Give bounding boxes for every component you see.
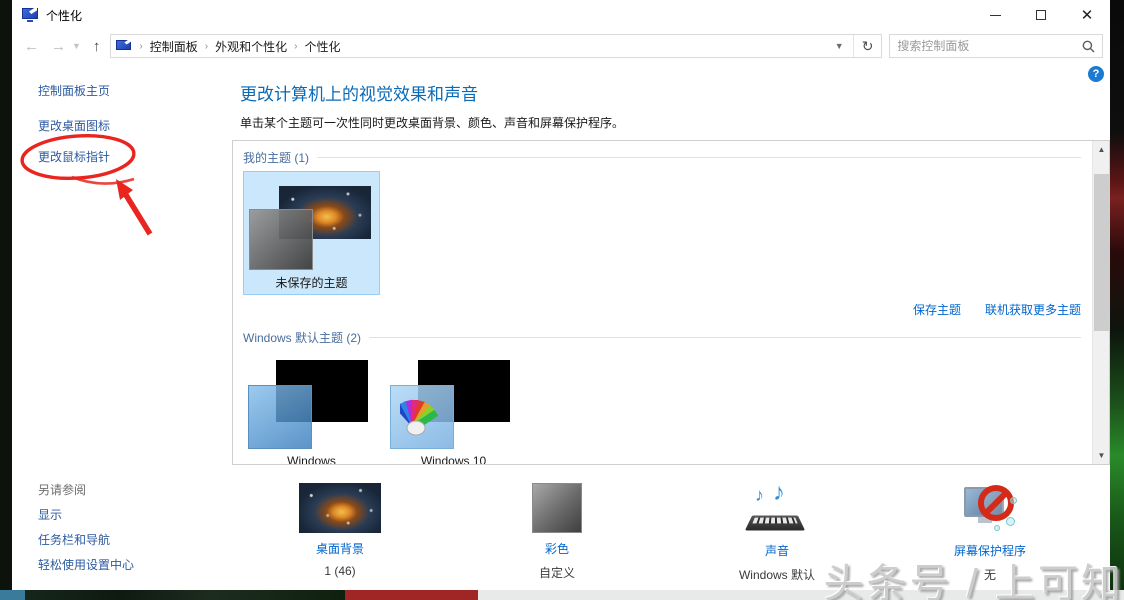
setting-color[interactable]: 彩色 自定义 [477,483,637,581]
breadcrumb-separator-icon: › [204,40,209,52]
theme-color-preview [390,385,454,449]
divider [369,337,1081,338]
default-themes-header-label: Windows 默认主题 (2) [243,331,362,345]
sidebar-item-taskbar-navigation[interactable]: 任务栏和导航 [38,531,110,548]
up-icon[interactable]: ↑ [93,38,101,55]
theme-list-panel: 我的主题 (1) 未保存的主题 保存主题 联机获取更多主题 Windows 默认… [232,140,1110,465]
maximize-button[interactable] [1018,0,1064,30]
theme-color-preview [248,385,312,449]
personalization-icon [116,37,132,53]
titlebar: 个性化 ✕ [12,0,1110,30]
personalization-icon [22,6,38,22]
watermark: 头条号 / 上可知 [823,562,1124,600]
color-link[interactable]: 彩色 [545,540,569,557]
minimize-button[interactable] [972,0,1018,30]
theme-color-preview [249,209,313,270]
scrollbar[interactable]: ▲ ▼ [1092,141,1109,464]
sidebar-item-control-panel-home[interactable]: 控制面板主页 [38,82,110,99]
my-themes-header-label: 我的主题 (1) [243,151,310,165]
desktop-edge-left [0,0,12,600]
sounds-link[interactable]: 声音 [765,542,789,559]
see-also-header: 另请参阅 [38,483,87,497]
breadcrumb-control-panel[interactable]: 控制面板 [150,38,198,55]
sounds-value: Windows 默认 [738,568,815,582]
color-value: 自定义 [538,566,575,580]
sounds-icon[interactable]: ♪ ♪ [744,479,807,535]
personalization-window: 个性化 ✕ ← → ▼ ↑ › 控制面板 › 外观和个性化 › 个性化 ▼ ↻ [12,0,1110,590]
back-icon[interactable]: ← [24,38,39,55]
sidebar-item-display[interactable]: 显示 [38,506,62,523]
theme-links: 保存主题 联机获取更多主题 [913,301,1081,318]
red-arrow-annotation [123,193,153,236]
search-box[interactable] [889,34,1104,58]
theme-tile-unsaved[interactable]: 未保存的主题 [243,171,380,295]
search-input[interactable] [890,39,1083,53]
taskbar-segment [25,590,120,600]
theme-name: Windows 10 [420,454,487,465]
sidebar-item-ease-of-access[interactable]: 轻松使用设置中心 [38,556,134,573]
scrollbar-thumb[interactable] [1094,174,1109,331]
desktop-background-thumbnail[interactable] [299,483,381,533]
address-dropdown-icon[interactable]: ▼ [826,41,853,51]
scroll-up-icon[interactable]: ▲ [1093,141,1109,158]
sidebar-item-change-mouse-pointers[interactable]: 更改鼠标指针 [38,148,110,165]
taskbar-segment [345,590,478,600]
refresh-icon[interactable]: ↻ [854,38,882,55]
breadcrumb-separator-icon: › [139,40,143,52]
my-themes-header: 我的主题 (1) [243,149,1081,166]
color-swatch[interactable] [532,483,582,533]
divider [317,157,1081,158]
minimize-icon [989,14,1001,16]
desktop-background-link[interactable]: 桌面背景 [316,540,364,557]
navigation-bar: ← → ▼ ↑ › 控制面板 › 外观和个性化 › 个性化 ▼ ↻ [12,30,1110,62]
color-fan-icon [400,399,438,436]
sidebar-item-change-desktop-icons[interactable]: 更改桌面图标 [38,117,110,134]
help-icon[interactable]: ? [1088,66,1104,82]
history-chevron-icon[interactable]: ▼ [72,41,81,51]
close-icon: ✕ [1080,6,1094,24]
forward-icon[interactable]: → [51,38,66,55]
get-more-themes-link[interactable]: 联机获取更多主题 [985,301,1081,318]
taskbar-segment [120,590,345,600]
save-theme-link[interactable]: 保存主题 [913,301,961,318]
scroll-down-icon[interactable]: ▼ [1093,447,1109,464]
desktop-edge-right [1110,0,1124,600]
window-title: 个性化 [46,8,83,23]
theme-name: Windows [287,454,336,465]
address-bar[interactable]: › 控制面板 › 外观和个性化 › 个性化 ▼ ↻ [110,34,883,58]
screen-saver-icon[interactable] [960,483,1020,535]
setting-desktop-background[interactable]: 桌面背景 1 (46) [260,483,420,578]
desktop-background-value: 1 (46) [324,564,356,578]
breadcrumb-appearance[interactable]: 外观和个性化 [215,38,287,55]
maximize-icon [1036,10,1046,20]
page-subtitle: 单击某个主题可一次性同时更改桌面背景、颜色、声音和屏幕保护程序。 [240,116,625,130]
taskbar-segment [0,590,25,600]
breadcrumb-separator-icon: › [294,40,298,52]
default-themes-header: Windows 默认主题 (2) [243,329,1081,346]
theme-name: 未保存的主题 [275,276,348,290]
page-title: 更改计算机上的视觉效果和声音 [240,85,478,104]
close-button[interactable]: ✕ [1064,0,1110,30]
theme-tile-windows[interactable]: Windows [243,355,380,465]
breadcrumb-personalization[interactable]: 个性化 [304,38,340,55]
search-icon[interactable] [1082,40,1095,53]
theme-tile-windows-10[interactable]: Windows 10 [385,355,522,465]
